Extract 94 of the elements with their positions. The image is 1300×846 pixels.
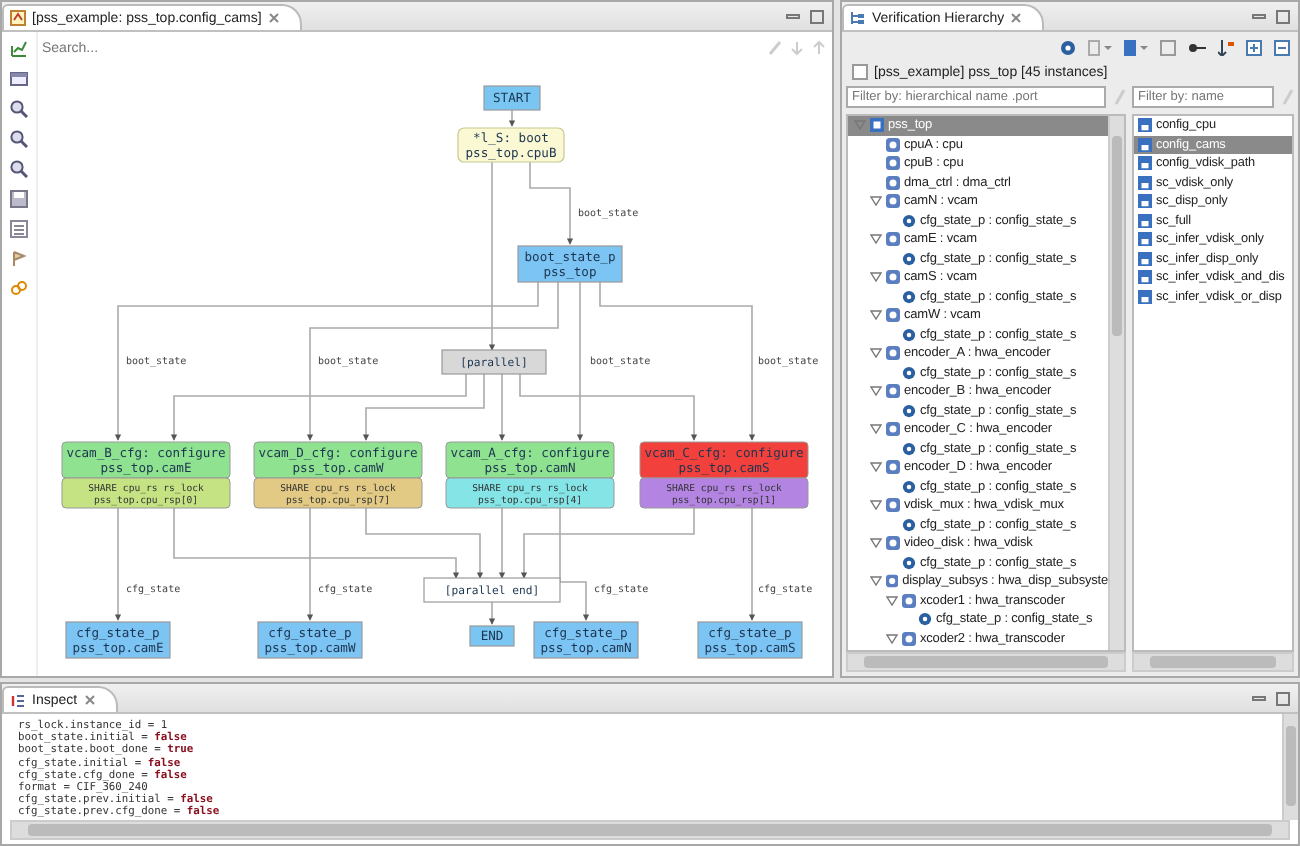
action-icon bbox=[1138, 213, 1152, 228]
info-icon bbox=[10, 692, 26, 708]
connector-arrow bbox=[529, 161, 574, 245]
instance-icon bbox=[886, 194, 900, 209]
sort-icon[interactable] bbox=[1218, 39, 1234, 55]
minimize-icon[interactable] bbox=[1252, 692, 1266, 706]
layout-icon[interactable] bbox=[1124, 39, 1148, 55]
action-node-header[interactable] bbox=[639, 441, 809, 479]
minimize-icon[interactable] bbox=[1252, 10, 1266, 24]
instance-icon bbox=[886, 232, 900, 247]
port-icon bbox=[902, 517, 916, 532]
instance-icon bbox=[902, 593, 916, 608]
expander-icon[interactable] bbox=[870, 234, 882, 245]
expander-icon[interactable] bbox=[870, 196, 882, 207]
action-icon bbox=[1138, 137, 1152, 152]
action-icon bbox=[1138, 251, 1152, 266]
action-node-header[interactable] bbox=[61, 441, 231, 479]
expander-icon[interactable] bbox=[870, 310, 882, 321]
state-node[interactable] bbox=[517, 245, 623, 283]
tree-icon bbox=[850, 10, 866, 26]
maximize-icon[interactable] bbox=[1276, 10, 1290, 24]
chart-icon[interactable] bbox=[10, 40, 28, 58]
port-icon bbox=[902, 441, 916, 456]
port-icon bbox=[902, 289, 916, 304]
state-node[interactable] bbox=[697, 621, 803, 659]
port-icon bbox=[902, 403, 916, 418]
diagram-icon bbox=[10, 10, 26, 26]
close-icon[interactable] bbox=[83, 694, 96, 706]
instance-icon bbox=[886, 308, 900, 323]
link-icon[interactable] bbox=[10, 280, 28, 298]
terminal-node[interactable] bbox=[469, 625, 515, 647]
port-icon bbox=[902, 365, 916, 380]
expander-icon[interactable] bbox=[870, 500, 882, 511]
collapse-icon[interactable] bbox=[1274, 39, 1290, 55]
save-icon[interactable] bbox=[10, 190, 28, 208]
connector-arrow bbox=[748, 507, 756, 621]
expander-icon[interactable] bbox=[870, 462, 882, 473]
port-icon bbox=[902, 213, 916, 228]
expander-icon[interactable] bbox=[870, 348, 882, 359]
expander-icon[interactable] bbox=[870, 272, 882, 283]
action-node-header[interactable] bbox=[253, 441, 423, 479]
flag-icon[interactable] bbox=[10, 250, 28, 268]
instance-icon bbox=[886, 460, 900, 475]
expander-icon[interactable] bbox=[870, 424, 882, 435]
close-icon[interactable] bbox=[1010, 12, 1023, 24]
minimize-icon[interactable] bbox=[786, 10, 800, 24]
checkbox[interactable] bbox=[852, 64, 868, 80]
instance-icon bbox=[886, 384, 900, 399]
action-icon bbox=[1138, 232, 1152, 247]
instance-icon bbox=[902, 631, 916, 646]
fork-node[interactable] bbox=[441, 349, 547, 375]
zoom-fit-icon[interactable] bbox=[10, 160, 28, 178]
state-node[interactable] bbox=[257, 621, 363, 659]
action-icon bbox=[1138, 194, 1152, 209]
window-icon[interactable] bbox=[10, 70, 28, 88]
connector-arrow bbox=[114, 507, 122, 621]
connector-arrow bbox=[508, 109, 516, 127]
zoom-in-icon[interactable] bbox=[10, 100, 28, 118]
port-icon bbox=[902, 479, 916, 494]
instance-icon bbox=[886, 346, 900, 361]
instance-icon bbox=[886, 156, 900, 171]
instance-icon bbox=[886, 574, 899, 589]
join-node[interactable] bbox=[423, 577, 561, 603]
maximize-icon[interactable] bbox=[810, 10, 824, 24]
list-icon[interactable] bbox=[10, 220, 28, 238]
action-icon bbox=[1138, 270, 1152, 285]
action-node-header[interactable] bbox=[445, 441, 615, 479]
port-icon bbox=[902, 251, 916, 266]
zoom-out-icon[interactable] bbox=[10, 130, 28, 148]
close-icon[interactable] bbox=[267, 12, 280, 24]
port-icon bbox=[902, 327, 916, 342]
connector-arrow bbox=[498, 507, 506, 579]
connect-icon[interactable] bbox=[1188, 39, 1206, 55]
expand-icon[interactable] bbox=[1246, 39, 1262, 55]
expander-icon[interactable] bbox=[870, 538, 882, 549]
action-node[interactable] bbox=[457, 127, 565, 163]
action-icon bbox=[1138, 289, 1152, 304]
instance-icon bbox=[886, 498, 900, 513]
state-node[interactable] bbox=[65, 621, 171, 659]
instance-icon bbox=[886, 137, 900, 152]
port-icon bbox=[918, 612, 932, 627]
expander-icon[interactable] bbox=[886, 633, 898, 644]
action-icon bbox=[1138, 175, 1152, 190]
dropdown-icon[interactable] bbox=[1088, 39, 1112, 55]
terminal-node[interactable] bbox=[483, 85, 541, 111]
maximize-icon[interactable] bbox=[1276, 692, 1290, 706]
action-icon bbox=[1138, 156, 1152, 171]
instance-icon bbox=[886, 536, 900, 551]
expander-icon[interactable] bbox=[870, 386, 882, 397]
state-node[interactable] bbox=[533, 621, 639, 659]
instance-icon bbox=[886, 422, 900, 437]
instance-icon bbox=[886, 175, 900, 190]
port-icon bbox=[902, 555, 916, 570]
instance-icon bbox=[886, 270, 900, 285]
